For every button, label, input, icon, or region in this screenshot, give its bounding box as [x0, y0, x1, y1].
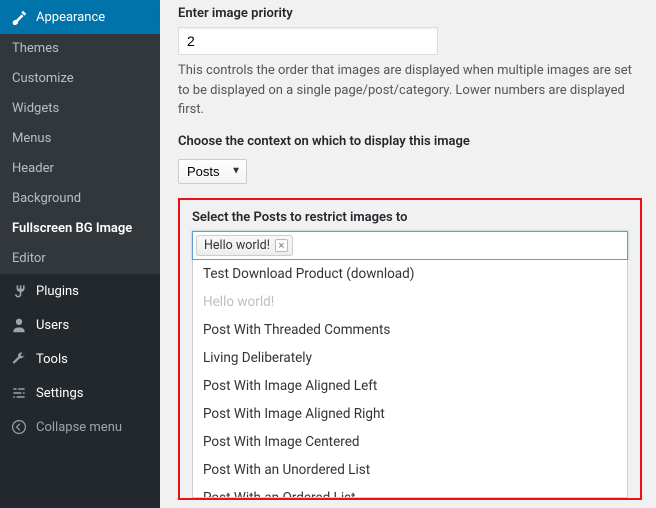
sidebar-section-users[interactable]: Users: [0, 308, 160, 342]
list-item[interactable]: Living Deliberately: [193, 344, 627, 372]
collapse-menu[interactable]: Collapse menu: [0, 410, 160, 444]
user-icon: [10, 316, 28, 334]
context-label: Choose the context on which to display t…: [178, 134, 642, 149]
main-content: Enter image priority This controls the o…: [160, 0, 656, 508]
list-item[interactable]: Post With Threaded Comments: [193, 316, 627, 344]
restrict-dropdown[interactable]: Test Download Product (download) Hello w…: [192, 260, 628, 498]
sidebar-section-settings[interactable]: Settings: [0, 376, 160, 410]
paintbrush-icon: [10, 8, 28, 26]
list-item[interactable]: Post With Image Aligned Right: [193, 400, 627, 428]
restrict-section: Select the Posts to restrict images to H…: [178, 198, 642, 500]
sidebar-section-label: Tools: [36, 352, 68, 367]
list-item[interactable]: Post With an Ordered List: [193, 484, 627, 498]
sidebar-item-widgets[interactable]: Widgets: [0, 94, 160, 124]
token-label: Hello world!: [204, 238, 270, 253]
admin-sidebar: Appearance Themes Customize Widgets Menu…: [0, 0, 160, 508]
sidebar-submenu-appearance: Themes Customize Widgets Menus Header Ba…: [0, 34, 160, 274]
plug-icon: [10, 282, 28, 300]
remove-token-icon[interactable]: ×: [275, 239, 288, 252]
sidebar-section-label: Users: [36, 318, 69, 333]
sidebar-section-appearance[interactable]: Appearance: [0, 0, 160, 34]
context-select[interactable]: Posts: [178, 159, 247, 184]
sidebar-section-tools[interactable]: Tools: [0, 342, 160, 376]
priority-input[interactable]: [178, 27, 438, 55]
sidebar-item-header[interactable]: Header: [0, 154, 160, 184]
restrict-label: Select the Posts to restrict images to: [192, 210, 628, 225]
list-item[interactable]: Test Download Product (download): [193, 260, 627, 288]
list-item[interactable]: Post With Image Aligned Left: [193, 372, 627, 400]
collapse-label: Collapse menu: [36, 420, 122, 435]
sidebar-item-fullscreen-bg[interactable]: Fullscreen BG Image: [0, 214, 160, 244]
sidebar-item-customize[interactable]: Customize: [0, 64, 160, 94]
sidebar-section-plugins[interactable]: Plugins: [0, 274, 160, 308]
priority-description: This controls the order that images are …: [178, 61, 642, 120]
sidebar-section-label: Settings: [36, 386, 83, 401]
list-item[interactable]: Post With Image Centered: [193, 428, 627, 456]
restrict-multiselect[interactable]: Hello world! ×: [192, 231, 628, 260]
priority-label: Enter image priority: [178, 6, 642, 21]
sliders-icon: [10, 384, 28, 402]
sidebar-item-editor[interactable]: Editor: [0, 244, 160, 274]
wrench-icon: [10, 350, 28, 368]
sidebar-item-themes[interactable]: Themes: [0, 34, 160, 64]
sidebar-section-label: Plugins: [36, 284, 79, 299]
sidebar-section-label: Appearance: [36, 10, 105, 25]
sidebar-item-menus[interactable]: Menus: [0, 124, 160, 154]
list-item[interactable]: Hello world!: [193, 288, 627, 316]
collapse-icon: [10, 418, 28, 436]
list-item[interactable]: Post With an Unordered List: [193, 456, 627, 484]
sidebar-item-background[interactable]: Background: [0, 184, 160, 214]
selected-token[interactable]: Hello world! ×: [196, 235, 293, 256]
